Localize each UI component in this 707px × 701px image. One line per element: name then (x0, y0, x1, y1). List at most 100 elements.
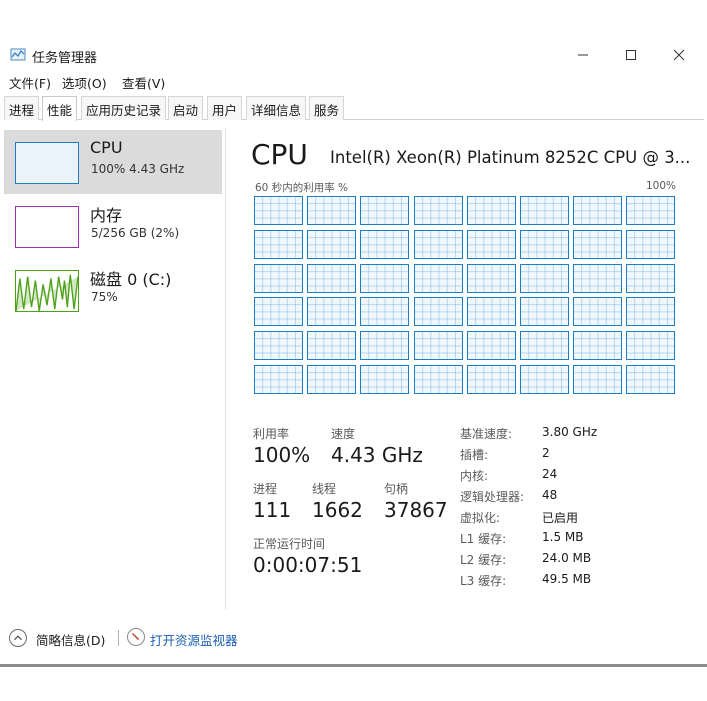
logical-processor-graph (520, 263, 569, 293)
logical-processor-graph (254, 229, 303, 259)
logical-processor-graph (360, 365, 410, 394)
sidebar-item-memory[interactable]: 内存 5/256 GB (2%) (4, 194, 222, 258)
logical-processor-graph (520, 229, 569, 259)
resource-sidebar: CPU 100% 4.43 GHz 内存 5/256 GB (2%) 磁盘 0 … (4, 128, 226, 610)
threads-value: 1662 (312, 498, 363, 522)
logical-processor-graph (573, 196, 623, 225)
logical-processor-graph (626, 263, 676, 293)
cpu-thumbnail-graph (15, 142, 79, 184)
logical-processor-graph (307, 263, 357, 293)
tab-users[interactable]: 用户 (207, 96, 243, 120)
processes-value: 111 (253, 498, 292, 522)
logical-processor-graph (360, 263, 410, 293)
logical-processor-graph (466, 263, 516, 293)
tab-services[interactable]: 服务 (309, 96, 345, 120)
logical-processor-graph (307, 331, 357, 361)
close-button[interactable] (656, 40, 702, 70)
logical-processor-graph (413, 297, 463, 327)
logical-processor-graph (307, 297, 357, 327)
handles-value: 37867 (384, 498, 448, 522)
logical-processor-graph (413, 365, 463, 394)
sidebar-item-label: 内存 (90, 206, 123, 225)
disk-thumbnail-graph (15, 270, 79, 312)
maximize-icon (626, 50, 636, 60)
menu-view[interactable]: 查看(V) (122, 73, 165, 92)
logical-processor-graph (254, 263, 303, 293)
logical-processor-graph (254, 196, 303, 225)
sidebar-item-value: 100% 4.43 GHz (91, 162, 185, 176)
uptime-label: 正常运行时间 (253, 537, 326, 551)
logical-processor-graph (626, 196, 676, 225)
logical-processor-graph (520, 297, 569, 327)
menu-file[interactable]: 文件(F) (9, 73, 51, 92)
spec-value: 48 (542, 488, 558, 502)
sidebar-item-label: 磁盘 0 (C:) (90, 270, 172, 289)
page-title: CPU (251, 138, 308, 171)
logical-processor-graph (573, 331, 623, 361)
maximize-button[interactable] (608, 40, 654, 70)
logical-processor-graph (573, 297, 623, 327)
tab-strip: 进程 性能 应用历史记录 启动 用户 详细信息 服务 (4, 96, 704, 121)
sidebar-item-value: 5/256 GB (2%) (91, 226, 180, 240)
fewer-details-link[interactable]: 简略信息(D) (36, 630, 105, 649)
logical-processor-graph (254, 331, 303, 361)
spec-value: 24.0 MB (542, 551, 592, 565)
logical-processor-graph (573, 365, 623, 394)
logical-processor-graph (413, 229, 463, 259)
tab-startup[interactable]: 启动 (168, 96, 204, 120)
logical-processor-graph (254, 297, 303, 327)
memory-thumbnail-graph (15, 206, 79, 248)
spec-value: 已启用 (542, 511, 579, 525)
logical-processor-graph (466, 365, 516, 394)
sidebar-item-disk[interactable]: 磁盘 0 (C:) 75% (4, 258, 222, 322)
threads-label: 线程 (312, 482, 337, 496)
logical-processor-graph (573, 229, 623, 259)
logical-processor-graph (573, 263, 623, 293)
title-bar[interactable]: 任务管理器 (0, 40, 707, 70)
processes-label: 进程 (253, 482, 278, 496)
spec-value: 3.80 GHz (542, 425, 598, 439)
logical-processor-graph (466, 297, 516, 327)
logical-processor-graph (413, 331, 463, 361)
spec-key: L3 缓存: (460, 574, 507, 588)
minimize-button[interactable] (560, 40, 606, 70)
spec-value: 2 (542, 446, 550, 460)
logical-processor-graph (466, 331, 516, 361)
window-title: 任务管理器 (32, 51, 98, 66)
logical-processor-graph (360, 196, 410, 225)
spec-value: 24 (542, 467, 558, 481)
graph-caption: 60 秒内的利用率 % (255, 182, 349, 194)
open-resource-monitor-link[interactable]: 打开资源监视器 (150, 630, 238, 649)
handles-label: 句柄 (384, 482, 409, 496)
tab-processes[interactable]: 进程 (4, 96, 40, 120)
menu-bar: 文件(F) 选项(O) 查看(V) (0, 70, 707, 92)
resource-monitor-icon (127, 628, 145, 646)
chevron-up-icon[interactable] (9, 629, 27, 647)
logical-processor-graph (307, 196, 357, 225)
bottom-border (0, 664, 707, 667)
task-manager-window: 任务管理器 文件(F) 选项(O) 查看(V) 进程 性能 应用历史记录 启动 … (0, 0, 707, 701)
tab-performance[interactable]: 性能 (42, 96, 78, 121)
menu-options[interactable]: 选项(O) (62, 73, 107, 92)
spec-key: 插槽: (460, 448, 489, 462)
spec-value: 49.5 MB (542, 572, 592, 586)
spec-key: 虚拟化: (460, 511, 501, 525)
tab-details[interactable]: 详细信息 (246, 96, 307, 120)
logical-processor-graph (413, 196, 463, 225)
pane-divider[interactable] (225, 128, 226, 610)
logical-processor-graph (360, 229, 410, 259)
footer-bar: 简略信息(D) 打开资源监视器 (0, 620, 707, 660)
logical-processor-graph (307, 229, 357, 259)
sidebar-item-cpu[interactable]: CPU 100% 4.43 GHz (4, 130, 222, 194)
logical-processor-graph (520, 365, 569, 394)
tab-app-history[interactable]: 应用历史记录 (81, 96, 167, 120)
spec-key: 逻辑处理器: (460, 490, 525, 504)
task-manager-icon (10, 48, 26, 61)
uptime-value: 0:00:07:51 (253, 553, 363, 577)
logical-processor-graph (626, 297, 676, 327)
logical-processor-graph (466, 229, 516, 259)
logical-processor-graph (307, 365, 357, 394)
logical-processor-graph (254, 365, 303, 394)
graph-max-label: 100% (646, 180, 677, 192)
utilization-label: 利用率 (253, 427, 290, 441)
